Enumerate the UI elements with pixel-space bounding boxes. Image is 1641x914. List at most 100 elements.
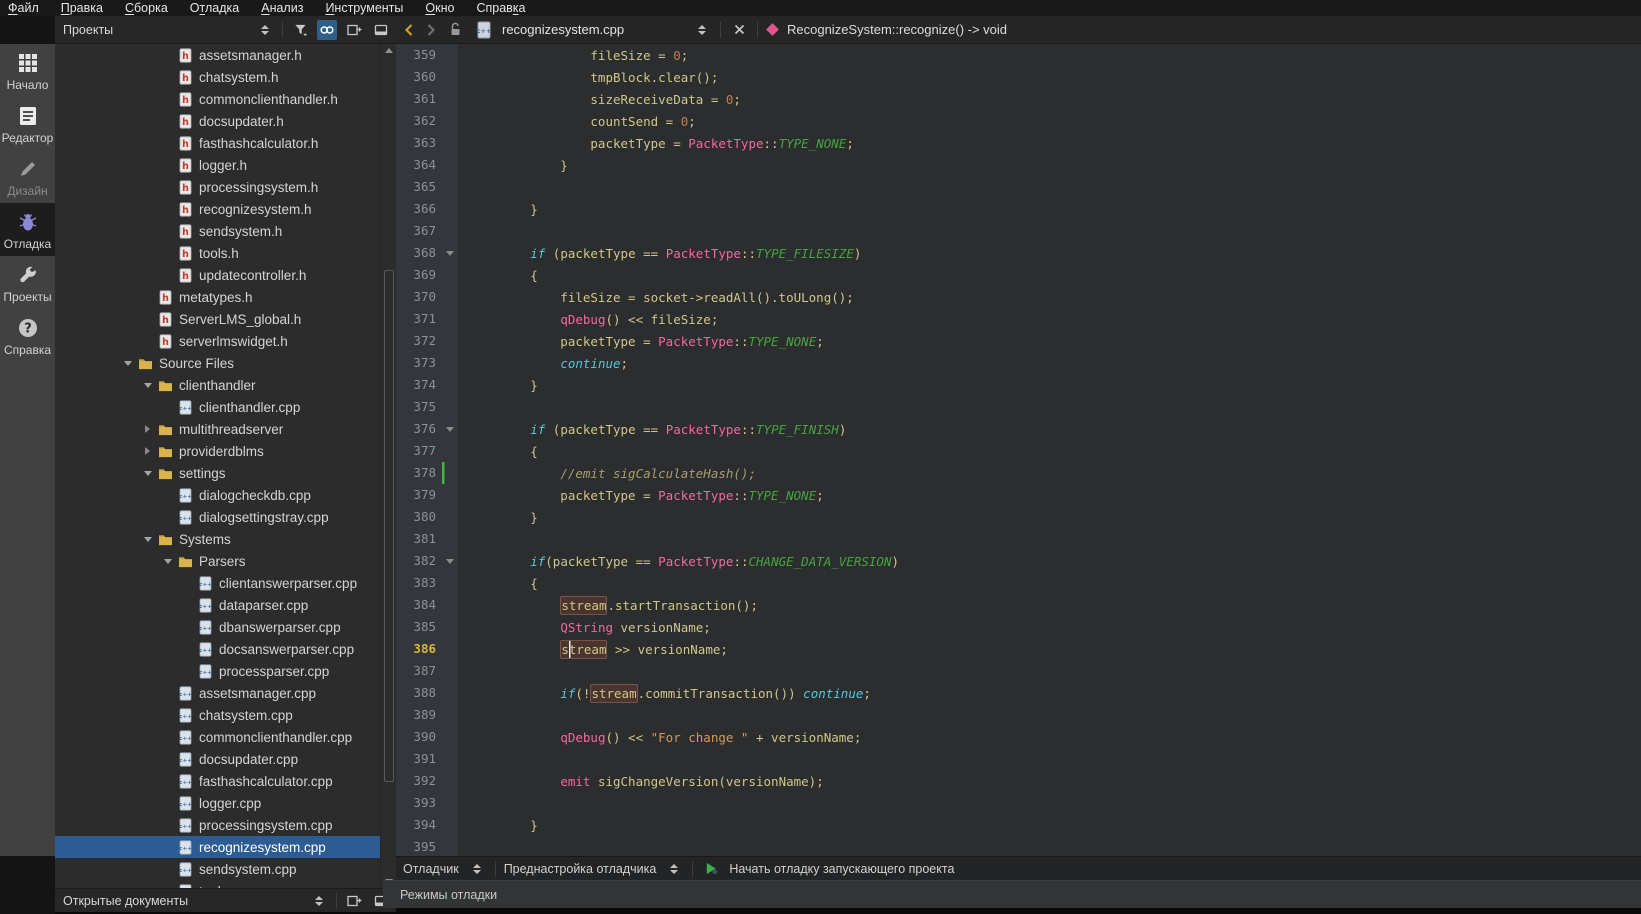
code-line-391[interactable]: 391 xyxy=(396,748,1641,770)
tree-item-metatypes.h[interactable]: hmetatypes.h xyxy=(55,286,396,308)
lock-icon[interactable] xyxy=(446,20,466,40)
code-line-390[interactable]: 390 qDebug() << "For change " + versionN… xyxy=(396,726,1641,748)
expanded-arrow-icon[interactable] xyxy=(117,361,138,366)
mode-editor[interactable]: Редактор xyxy=(0,97,55,150)
code-line-364[interactable]: 364 } xyxy=(396,154,1641,176)
sync-with-editor-icon[interactable] xyxy=(317,20,337,40)
close-panel-icon[interactable] xyxy=(371,20,391,40)
open-file-name[interactable]: recognizesystem.cpp xyxy=(502,22,684,37)
mode-projects[interactable]: Проекты xyxy=(0,256,55,309)
code-line-378[interactable]: 378 //emit sigCalculateHash(); xyxy=(396,462,1641,484)
expanded-arrow-icon[interactable] xyxy=(137,537,158,542)
tree-item-assetsmanager.cpp[interactable]: c++assetsmanager.cpp xyxy=(55,682,396,704)
tree-item-tools.h[interactable]: htools.h xyxy=(55,242,396,264)
tree-item-docsupdater.h[interactable]: hdocsupdater.h xyxy=(55,110,396,132)
code-line-373[interactable]: 373 continue; xyxy=(396,352,1641,374)
tree-item-commonclienthandler.cpp[interactable]: c++commonclienthandler.cpp xyxy=(55,726,396,748)
tree-item-providerdblms[interactable]: providerdblms xyxy=(55,440,396,462)
tree-item-processingsystem.cpp[interactable]: c++processingsystem.cpp xyxy=(55,814,396,836)
code-line-369[interactable]: 369 { xyxy=(396,264,1641,286)
code-line-377[interactable]: 377 { xyxy=(396,440,1641,462)
start-debug-label[interactable]: Начать отладку запускающего проекта xyxy=(729,862,954,876)
panel-selector-updown-icon[interactable] xyxy=(255,20,275,40)
scroll-up-icon[interactable] xyxy=(385,48,393,53)
menu-item-file[interactable]: Файл xyxy=(0,1,50,15)
code-line-366[interactable]: 366 } xyxy=(396,198,1641,220)
tree-item-logger.h[interactable]: hlogger.h xyxy=(55,154,396,176)
expanded-arrow-icon[interactable] xyxy=(137,383,158,388)
tree-item-docsanswerparser.cpp[interactable]: c++docsanswerparser.cpp xyxy=(55,638,396,660)
code-line-386[interactable]: 386 stream >> versionName; xyxy=(396,638,1641,660)
tree-item-assetsmanager.h[interactable]: hassetsmanager.h xyxy=(55,44,396,66)
code-line-392[interactable]: 392 emit sigChangeVersion(versionName); xyxy=(396,770,1641,792)
tree-item-Parsers[interactable]: Parsers xyxy=(55,550,396,572)
menu-item-tools[interactable]: Инструменты xyxy=(314,1,414,15)
code-line-365[interactable]: 365 xyxy=(396,176,1641,198)
tree-item-tools.cpp[interactable]: c++tools.cpp xyxy=(55,880,396,888)
code-line-383[interactable]: 383 { xyxy=(396,572,1641,594)
scrollbar-thumb[interactable] xyxy=(384,270,394,782)
menu-item-help[interactable]: Справка xyxy=(465,1,536,15)
tree-item-fasthashcalculator.h[interactable]: hfasthashcalculator.h xyxy=(55,132,396,154)
preset-updown-icon[interactable] xyxy=(664,859,684,879)
tree-item-updatecontroller.h[interactable]: hupdatecontroller.h xyxy=(55,264,396,286)
menu-item-analyze[interactable]: Анализ xyxy=(250,1,314,15)
code-line-394[interactable]: 394 } xyxy=(396,814,1641,836)
code-line-367[interactable]: 367 xyxy=(396,220,1641,242)
code-line-379[interactable]: 379 packetType = PacketType::TYPE_NONE; xyxy=(396,484,1641,506)
code-line-370[interactable]: 370 fileSize = socket->readAll().toULong… xyxy=(396,286,1641,308)
split-panel-icon[interactable] xyxy=(344,20,364,40)
collapsed-arrow-icon[interactable] xyxy=(137,447,158,455)
tree-item-recognizesystem.h[interactable]: hrecognizesystem.h xyxy=(55,198,396,220)
document-selector-updown-icon[interactable] xyxy=(692,20,712,40)
tree-item-chatsystem.cpp[interactable]: c++chatsystem.cpp xyxy=(55,704,396,726)
tree-item-ServerLMS_global.h[interactable]: hServerLMS_global.h xyxy=(55,308,396,330)
code-line-360[interactable]: 360 tmpBlock.clear(); xyxy=(396,66,1641,88)
tree-item-dialogsettingstray.cpp[interactable]: c++dialogsettingstray.cpp xyxy=(55,506,396,528)
forward-icon[interactable] xyxy=(424,23,438,37)
tree-item-sendsystem.cpp[interactable]: c++sendsystem.cpp xyxy=(55,858,396,880)
menu-item-debug[interactable]: Отладка xyxy=(179,1,250,15)
tree-item-sendsystem.h[interactable]: hsendsystem.h xyxy=(55,220,396,242)
code-line-376[interactable]: 376 if (packetType == PacketType::TYPE_F… xyxy=(396,418,1641,440)
code-line-385[interactable]: 385 QString versionName; xyxy=(396,616,1641,638)
split-panel-icon[interactable] xyxy=(344,891,364,911)
menu-item-window[interactable]: Окно xyxy=(414,1,465,15)
code-line-362[interactable]: 362 countSend = 0; xyxy=(396,110,1641,132)
tree-item-recognizesystem.cpp[interactable]: c++recognizesystem.cpp xyxy=(55,836,396,858)
collapsed-arrow-icon[interactable] xyxy=(137,425,158,433)
tree-item-dataparser.cpp[interactable]: c++dataparser.cpp xyxy=(55,594,396,616)
tree-item-settings[interactable]: settings xyxy=(55,462,396,484)
filter-icon[interactable] xyxy=(290,20,310,40)
code-editor[interactable]: 359 fileSize = 0;360 tmpBlock.clear(); 36… xyxy=(396,44,1641,856)
fold-marker-icon[interactable] xyxy=(442,550,458,572)
close-document-icon[interactable] xyxy=(729,20,749,40)
code-line-359[interactable]: 359 fileSize = 0; xyxy=(396,44,1641,66)
debugger-preset-selector[interactable]: Преднастройка отладчика xyxy=(504,862,657,876)
mode-welcome[interactable]: Начало xyxy=(0,44,55,97)
code-line-380[interactable]: 380 } xyxy=(396,506,1641,528)
debugger-updown-icon[interactable] xyxy=(467,859,487,879)
tree-item-dialogcheckdb.cpp[interactable]: c++dialogcheckdb.cpp xyxy=(55,484,396,506)
tree-scrollbar[interactable] xyxy=(380,44,396,888)
tree-item-multithreadserver[interactable]: multithreadserver xyxy=(55,418,396,440)
code-line-387[interactable]: 387 xyxy=(396,660,1641,682)
code-line-395[interactable]: 395 xyxy=(396,836,1641,856)
tree-item-serverlmswidget.h[interactable]: hserverlmswidget.h xyxy=(55,330,396,352)
tree-item-processingsystem.h[interactable]: hprocessingsystem.h xyxy=(55,176,396,198)
expanded-arrow-icon[interactable] xyxy=(157,559,178,564)
expanded-arrow-icon[interactable] xyxy=(137,471,158,476)
code-line-371[interactable]: 371 qDebug() << fileSize; xyxy=(396,308,1641,330)
tree-item-clientanswerparser.cpp[interactable]: c++clientanswerparser.cpp xyxy=(55,572,396,594)
tree-item-Source Files[interactable]: Source Files xyxy=(55,352,396,374)
tree-item-fasthashcalculator.cpp[interactable]: c++fasthashcalculator.cpp xyxy=(55,770,396,792)
tree-item-clienthandler[interactable]: clienthandler xyxy=(55,374,396,396)
menu-item-edit[interactable]: Правка xyxy=(50,1,114,15)
fold-marker-icon[interactable] xyxy=(442,418,458,440)
tree-item-dbanswerparser.cpp[interactable]: c++dbanswerparser.cpp xyxy=(55,616,396,638)
back-icon[interactable] xyxy=(402,23,416,37)
tree-item-clienthandler.cpp[interactable]: c++clienthandler.cpp xyxy=(55,396,396,418)
tree-item-commonclienthandler.h[interactable]: hcommonclienthandler.h xyxy=(55,88,396,110)
code-line-372[interactable]: 372 packetType = PacketType::TYPE_NONE; xyxy=(396,330,1641,352)
start-debug-icon[interactable] xyxy=(701,859,721,879)
